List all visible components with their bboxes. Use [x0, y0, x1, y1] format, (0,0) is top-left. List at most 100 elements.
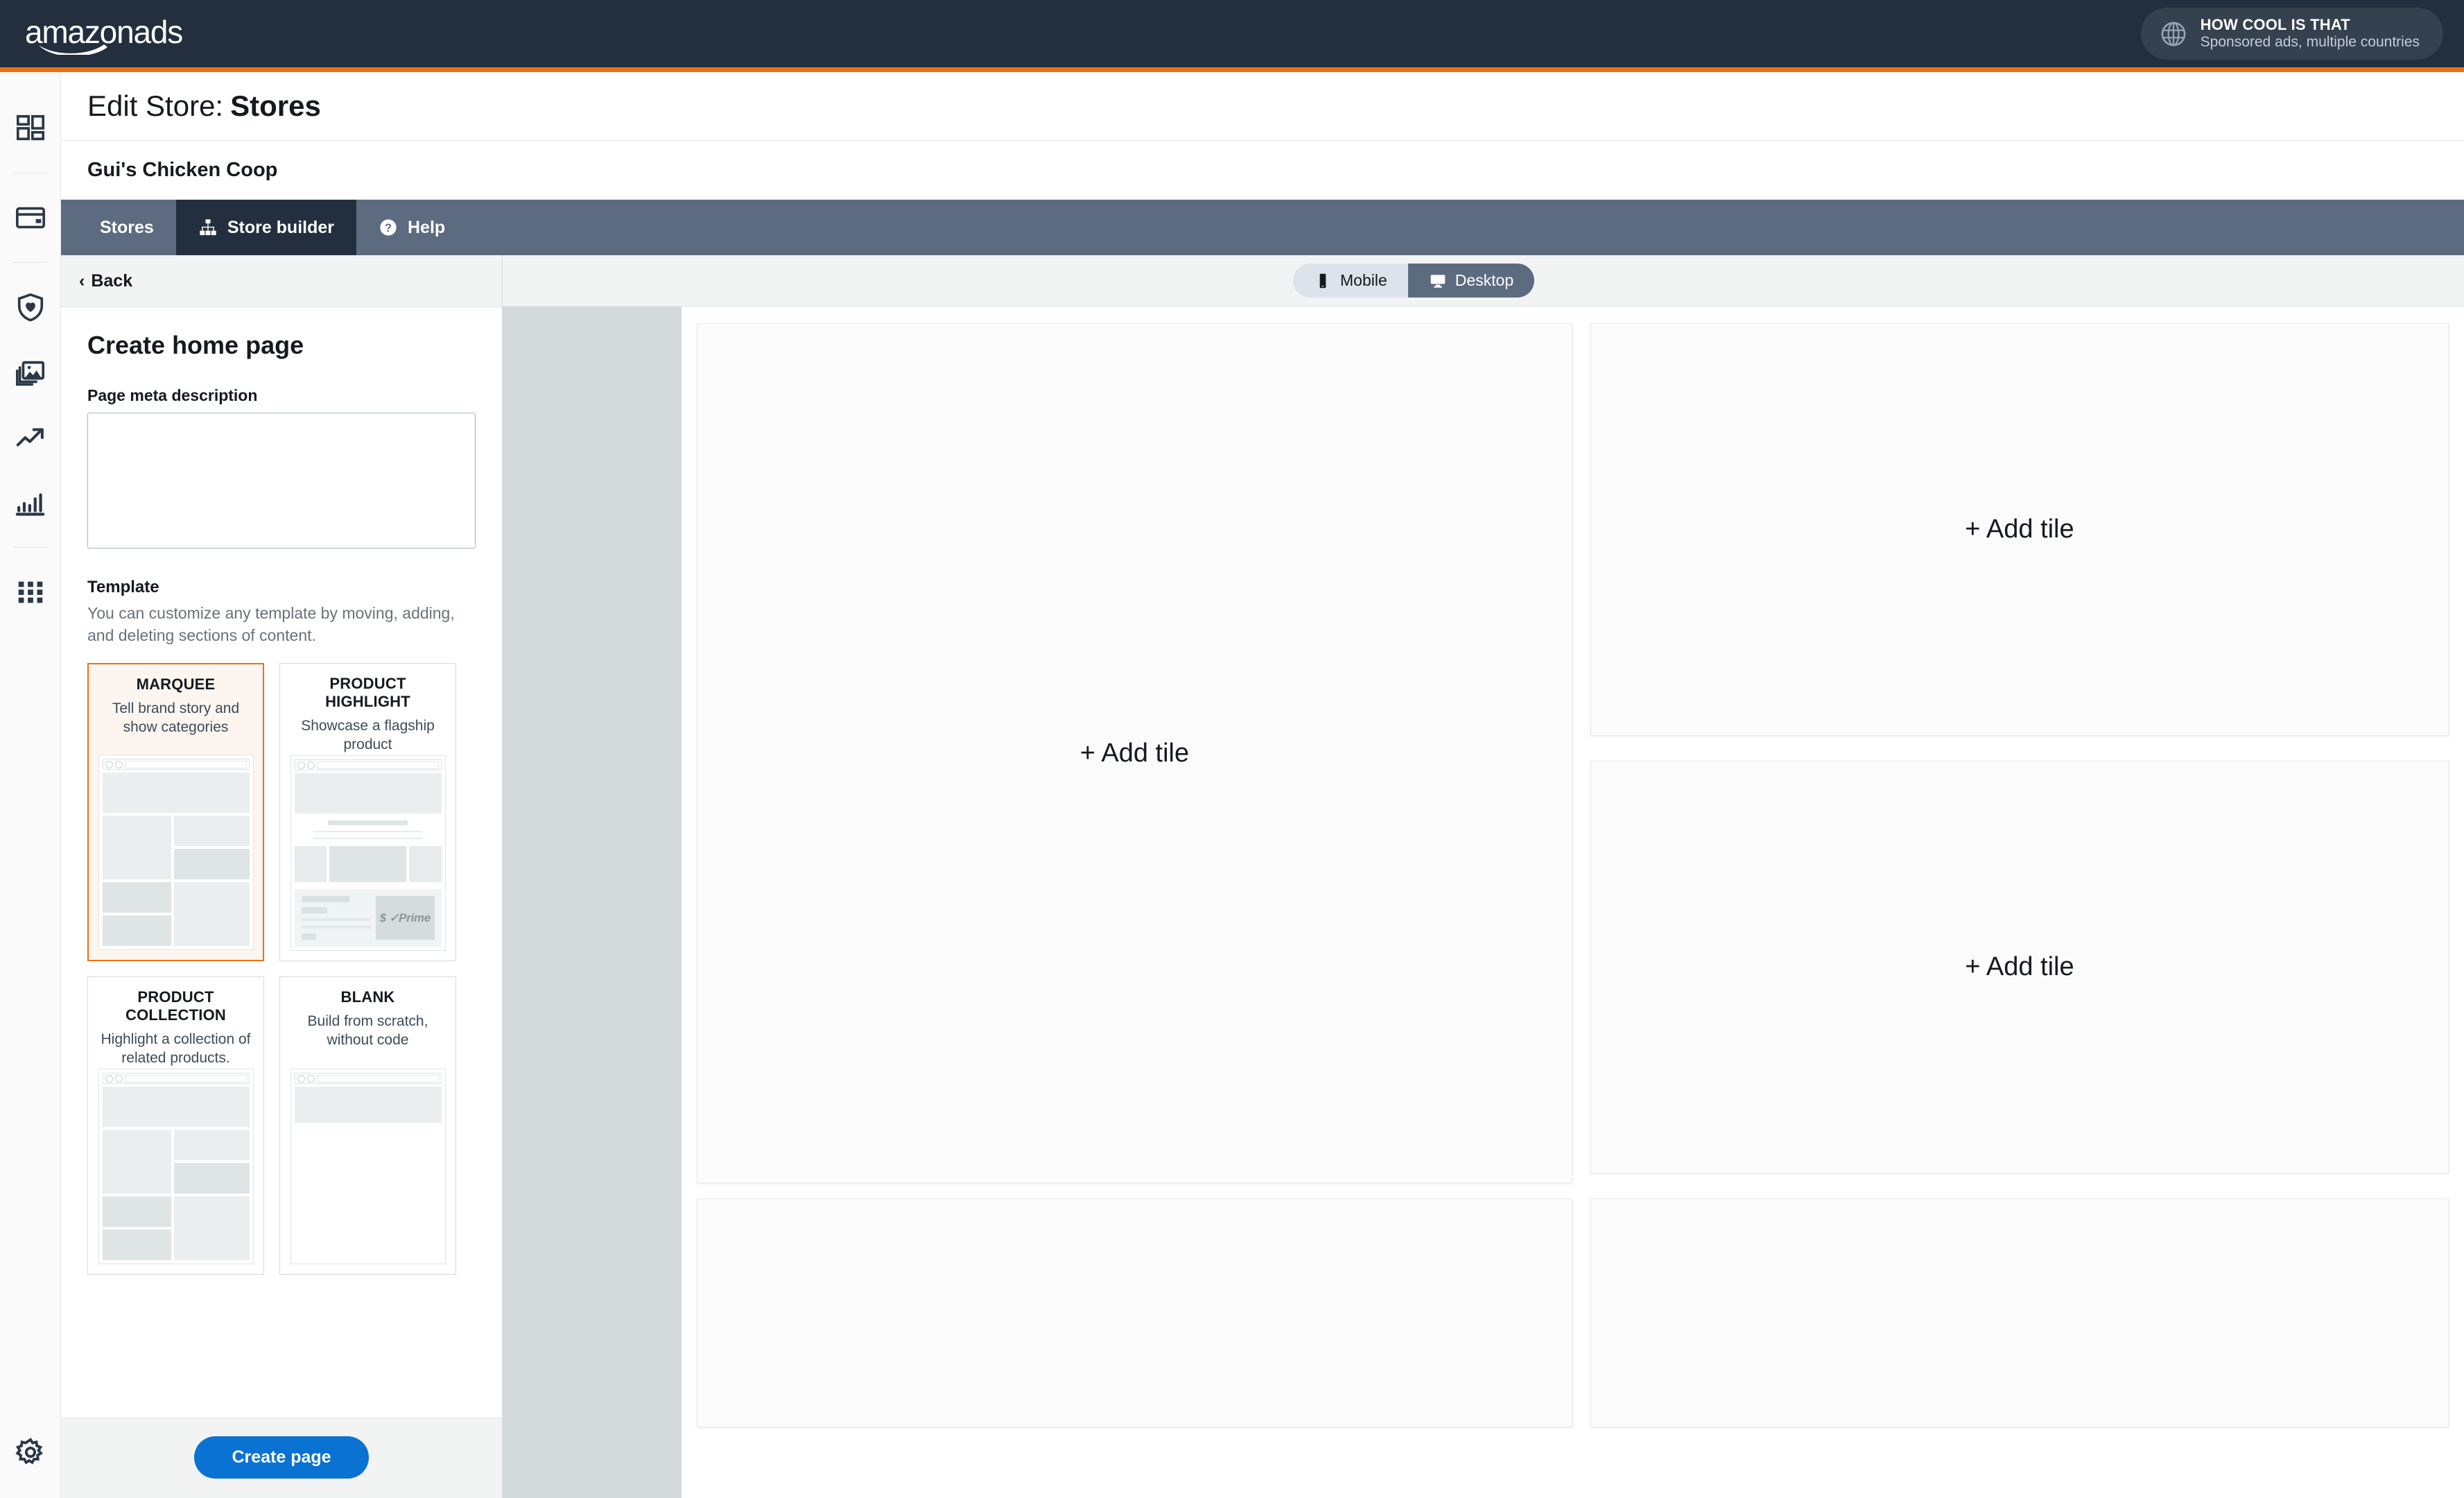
- thumb-empty-area: [294, 1126, 442, 1261]
- template-name: BLANK: [340, 988, 395, 1006]
- thumb-row: [102, 1196, 250, 1261]
- bar-chart-icon[interactable]: [11, 483, 50, 522]
- device-toggle-desktop[interactable]: Desktop: [1407, 264, 1535, 298]
- tab-store-builder[interactable]: Store builder: [175, 200, 356, 255]
- globe-icon: [2161, 21, 2186, 46]
- add-tile-placeholder[interactable]: [697, 1198, 1572, 1427]
- sitemap-icon: [200, 219, 216, 236]
- back-label: Back: [91, 270, 133, 291]
- template-name: MARQUEE: [136, 675, 216, 694]
- rail-divider: [12, 262, 48, 263]
- canvas-area: + Add tile + Add tile + Add tile: [503, 307, 2464, 1498]
- device-toggle-desktop-label: Desktop: [1455, 271, 1514, 289]
- tab-help[interactable]: ? Help: [356, 200, 467, 255]
- account-selector[interactable]: HOW COOL IS THAT Sponsored ads, multiple…: [2140, 8, 2443, 60]
- template-name: PRODUCT COLLECTION: [125, 988, 226, 1024]
- thumb-block: [174, 882, 250, 947]
- amazon-smile-icon: [39, 44, 107, 55]
- thumb-col: [102, 1130, 172, 1194]
- thumb-bar: [301, 926, 371, 929]
- thumb-col: [102, 882, 172, 947]
- thumb-title-line: [328, 820, 408, 825]
- page-title-value: Stores: [230, 89, 321, 122]
- app-grid-icon[interactable]: [11, 573, 50, 612]
- trending-up-icon[interactable]: [11, 418, 50, 457]
- store-builder-app: amazonads HOW COOL IS THAT Sponsored ads…: [0, 0, 2464, 1498]
- thumb-row: [102, 816, 250, 880]
- thumb-grid: [102, 816, 250, 947]
- credit-card-icon[interactable]: [11, 198, 50, 237]
- chrome-dot-icon: [114, 1074, 123, 1083]
- chrome-url-bar: [124, 760, 247, 768]
- thumb-col: [174, 1130, 250, 1194]
- tab-stores-label: Stores: [100, 217, 154, 237]
- thumb-block: [329, 845, 406, 883]
- thumb-block: [102, 1130, 172, 1194]
- create-page-button[interactable]: Create page: [194, 1436, 369, 1479]
- shield-heart-icon[interactable]: [11, 288, 50, 327]
- back-button[interactable]: ‹ Back: [79, 271, 132, 291]
- chrome-dot-icon: [114, 760, 123, 768]
- svg-text:?: ?: [385, 222, 392, 234]
- template-option-blank[interactable]: BLANK Build from scratch, without code: [279, 976, 456, 1275]
- add-tile-placeholder[interactable]: [1590, 1198, 2449, 1427]
- template-thumbnail-marquee: [98, 755, 254, 951]
- device-toggle-mobile-label: Mobile: [1340, 271, 1387, 289]
- thumb-bar: [301, 933, 317, 940]
- template-section: Template You can customize any template …: [87, 578, 476, 1275]
- template-description: Tell brand story and show categories: [112, 700, 240, 735]
- store-name: Gui's Chicken Coop: [87, 158, 278, 181]
- account-name: HOW COOL IS THAT: [2200, 16, 2350, 34]
- thumb-block: [408, 845, 442, 883]
- thumb-detail-text: [301, 896, 371, 940]
- amazon-ads-logo[interactable]: amazonads: [25, 16, 183, 55]
- device-toggle-mobile[interactable]: Mobile: [1293, 264, 1408, 298]
- panel-title: Create home page: [87, 331, 304, 359]
- template-option-product-collection[interactable]: PRODUCT COLLECTION Highlight a collectio…: [87, 976, 264, 1275]
- rail-divider: [12, 547, 48, 548]
- desktop-icon: [1430, 274, 1446, 288]
- template-option-product-highlight[interactable]: PRODUCT HIGHLIGHT Showcase a flagship pr…: [279, 663, 456, 962]
- device-toggle: Mobile Desktop: [1293, 264, 1535, 298]
- template-section-description: You can customize any template by moving…: [87, 604, 455, 644]
- thumb-col: [174, 1196, 250, 1261]
- store-nav-tabs: Stores Store builder ? Help: [61, 200, 2464, 255]
- tile-grid: + Add tile + Add tile + Add tile: [697, 323, 2449, 1427]
- thumb-block: [174, 1163, 250, 1194]
- chrome-dot-icon: [105, 760, 113, 768]
- add-tile-placeholder[interactable]: + Add tile: [1590, 761, 2449, 1173]
- thumb-col: [102, 1196, 172, 1261]
- thumb-block: [102, 882, 172, 913]
- chrome-dot-icon: [105, 1074, 113, 1083]
- tab-help-label: Help: [408, 217, 446, 237]
- add-tile-placeholder[interactable]: + Add tile: [1590, 323, 2449, 736]
- thumb-body: [102, 1087, 250, 1261]
- gear-icon[interactable]: [11, 1433, 50, 1472]
- template-thumbnail-product-collection: [98, 1069, 254, 1265]
- template-name: PRODUCT HIGHLIGHT: [325, 675, 410, 711]
- page-canvas: + Add tile + Add tile + Add tile: [682, 307, 2464, 1498]
- dashboard-grid-icon[interactable]: [11, 109, 50, 148]
- page-title: Edit Store: Stores: [87, 89, 321, 123]
- template-description: Build from scratch, without code: [307, 1013, 428, 1048]
- thumb-bar: [301, 896, 350, 903]
- chrome-url-bar: [316, 761, 439, 769]
- thumb-hero-block: [102, 1087, 250, 1128]
- image-stack-icon[interactable]: [11, 353, 50, 392]
- template-section-title: Template: [87, 578, 159, 596]
- thumb-grid: [102, 1130, 250, 1261]
- builder-layout: ‹ Back Create home page Page meta descri…: [61, 255, 2464, 1498]
- meta-description-input[interactable]: [87, 413, 476, 549]
- chrome-dot-icon: [297, 761, 305, 769]
- tab-store-builder-label: Store builder: [227, 217, 334, 237]
- tab-stores[interactable]: Stores: [78, 200, 176, 255]
- thumb-col: [174, 882, 250, 947]
- chrome-dot-icon: [297, 1074, 305, 1083]
- thumb-block: [102, 915, 172, 947]
- template-option-marquee[interactable]: MARQUEE Tell brand story and show catego…: [87, 663, 264, 962]
- thumb-col: [174, 816, 250, 880]
- add-tile-placeholder[interactable]: + Add tile: [697, 323, 1572, 1183]
- thumb-block: [102, 1230, 172, 1261]
- thumb-block: [174, 1130, 250, 1161]
- thumb-browser-chrome: [294, 759, 442, 771]
